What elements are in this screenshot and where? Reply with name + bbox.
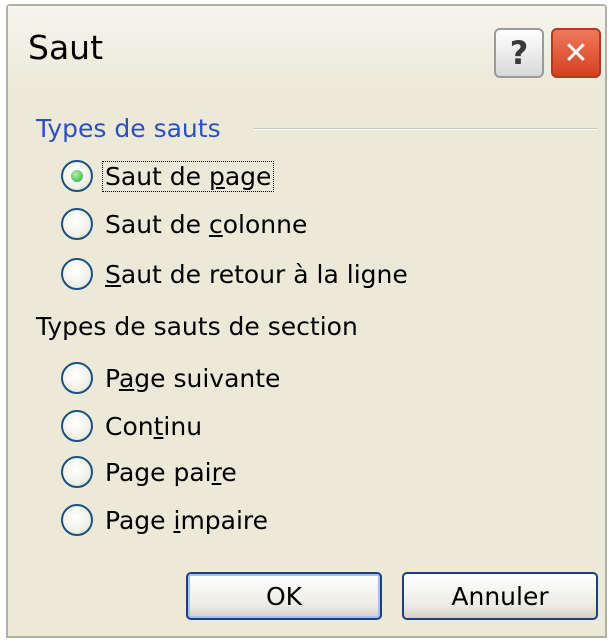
- ok-button-label: OK: [265, 581, 303, 611]
- radio-column-break[interactable]: Saut de colonne: [61, 204, 309, 244]
- radio-label-next-page: Page suivante: [105, 363, 281, 393]
- radio-label-text-wrapping-break: Saut de retour à la ligne: [105, 259, 408, 289]
- cancel-button[interactable]: Annuler: [402, 572, 598, 620]
- group-divider: [254, 128, 598, 130]
- title-bar[interactable]: Saut ? ✕: [8, 6, 605, 90]
- close-button[interactable]: ✕: [551, 28, 601, 78]
- radio-button[interactable]: [61, 504, 93, 536]
- radio-button[interactable]: [61, 258, 93, 290]
- radio-next-page[interactable]: Page suivante: [61, 358, 282, 398]
- close-icon: ✕: [563, 35, 589, 71]
- radio-text-wrapping-break[interactable]: Saut de retour à la ligne: [61, 254, 410, 294]
- radio-label-odd-page: Page impaire: [105, 505, 269, 535]
- ok-button[interactable]: OK: [186, 572, 382, 620]
- radio-button[interactable]: [61, 456, 93, 488]
- help-button[interactable]: ?: [494, 28, 544, 78]
- cancel-button-label: Annuler: [451, 581, 549, 611]
- radio-odd-page[interactable]: Page impaire: [61, 500, 270, 540]
- radio-label-even-page: Page paire: [105, 457, 237, 487]
- radio-continuous[interactable]: Continu: [61, 406, 204, 446]
- radio-page-break[interactable]: Saut de page: [61, 156, 275, 196]
- radio-label-column-break: Saut de colonne: [105, 209, 308, 239]
- radio-button[interactable]: [61, 410, 93, 442]
- question-mark-icon: ?: [509, 34, 529, 72]
- radio-button[interactable]: [61, 362, 93, 394]
- break-dialog: Saut ? ✕ Types de sauts Saut de page Sau…: [6, 4, 607, 638]
- radio-dot: [71, 170, 83, 182]
- dialog-title: Saut: [28, 28, 104, 67]
- radio-even-page[interactable]: Page paire: [61, 452, 239, 492]
- section-break-types-label: Types de sauts de section: [36, 312, 358, 341]
- radio-label-page-break: Saut de page: [101, 160, 275, 192]
- radio-label-continuous: Continu: [105, 411, 203, 441]
- break-types-label: Types de sauts: [36, 114, 221, 143]
- radio-button-selected[interactable]: [61, 160, 93, 192]
- radio-button[interactable]: [61, 208, 93, 240]
